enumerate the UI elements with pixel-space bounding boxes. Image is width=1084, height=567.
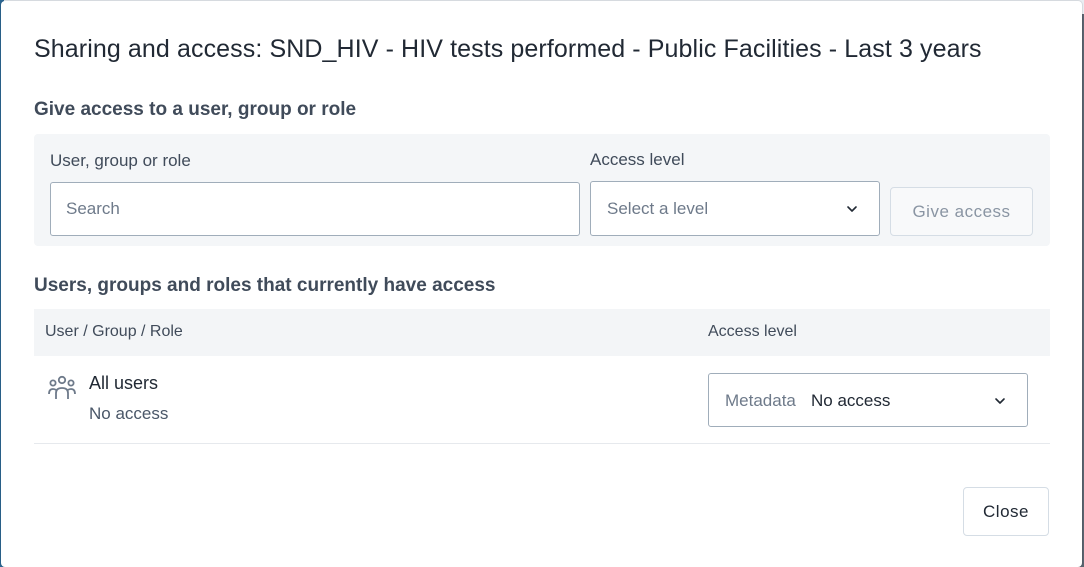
user-group-role-label: User, group or role [50, 151, 191, 170]
row-access-prefix: Metadata [725, 391, 796, 410]
dialog-title: Sharing and access: SND_HIV - HIV tests … [34, 35, 982, 63]
row-access-level-select[interactable]: Metadata No access [708, 373, 1028, 427]
sharing-dialog: Sharing and access: SND_HIV - HIV tests … [1, 1, 1082, 567]
give-access-panel: User, group or role Access level Select … [34, 134, 1050, 246]
column-header-user: User / Group / Role [45, 323, 183, 340]
close-button[interactable]: Close [963, 487, 1049, 536]
access-level-placeholder: Select a level [607, 199, 709, 218]
row-access-summary: No access [89, 404, 169, 423]
chevron-down-icon [995, 398, 1005, 404]
access-level-select[interactable]: Select a level [590, 181, 880, 236]
current-access-heading: Users, groups and roles that currently h… [34, 275, 496, 296]
give-access-heading: Give access to a user, group or role [34, 99, 357, 120]
access-table-header: User / Group / Role Access level [34, 309, 1050, 356]
chevron-down-icon [847, 206, 857, 212]
table-row: All users No access Metadata No access [34, 356, 1050, 444]
column-header-access-level: Access level [708, 323, 797, 340]
row-access-value: No access [811, 391, 891, 410]
access-level-label: Access level [590, 150, 685, 169]
row-name: All users [89, 373, 159, 393]
search-input[interactable] [50, 182, 580, 236]
user-group-icon [48, 375, 76, 399]
give-access-button[interactable]: Give access [890, 187, 1033, 236]
